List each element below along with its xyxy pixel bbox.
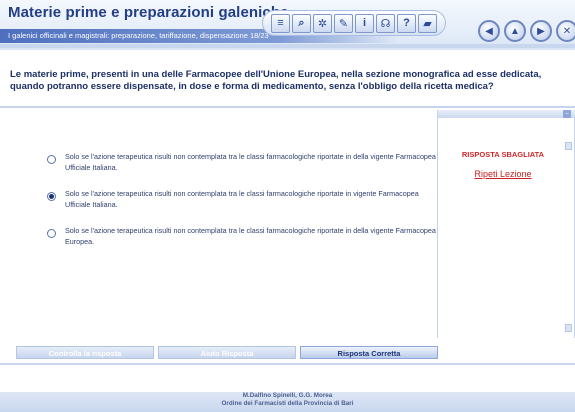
navigation: ◀ ▲ ▶ ✕ [478,20,575,42]
forward-button[interactable]: ▶ [530,20,552,42]
answer-radio-2[interactable] [47,192,56,201]
info-icon[interactable]: i [355,13,374,33]
header-divider [0,44,575,48]
answer-text-1: Solo se l'azione terapeutica risulti non… [65,152,436,172]
page-title: Materie prime e preparazioni galeniche [8,4,289,21]
feedback-panel-header [438,110,575,118]
scroll-up-arrow-icon[interactable] [565,142,572,150]
back-button[interactable]: ◀ [478,20,500,42]
headset-icon[interactable]: ☊ [376,13,395,33]
feedback-scrollbar[interactable] [565,142,572,332]
scroll-down-arrow-icon[interactable] [565,324,572,332]
answer-option-2[interactable]: Solo se l'azione terapeutica risulti non… [47,189,439,210]
answer-radio-1[interactable] [47,155,56,164]
network-icon[interactable]: ✲ [313,13,332,33]
answer-option-3[interactable]: Solo se l'azione terapeutica risulti non… [47,226,439,247]
header: Materie prime e preparazioni galeniche I… [0,0,575,50]
footer-authors: M.Dalfino Spinelli, G.G. Morea [242,392,333,399]
question-text: Le materie prime, presenti in una delle … [10,69,542,92]
panel-close-icon[interactable]: – [563,110,571,118]
action-buttons: Controlla la risposta Aiuto Risposta Ris… [16,346,438,359]
correct-answer-button[interactable]: Risposta Corretta [300,346,438,359]
answer-text-3: Solo se l'azione terapeutica risulti non… [65,226,436,246]
footer-organization: Ordine dei Farmacisti della Provincia di… [221,400,354,407]
help-answer-button[interactable]: Aiuto Risposta [158,346,296,359]
footer: M.Dalfino Spinelli, G.G. Morea Ordine de… [0,392,575,412]
retry-lesson-link[interactable]: Ripeti Lezione [438,169,568,179]
check-answer-button[interactable]: Controlla la risposta [16,346,154,359]
close-button[interactable]: ✕ [556,20,575,42]
search-icon[interactable]: ⌕ [292,13,311,33]
answer-radio-3[interactable] [47,229,56,238]
home-button[interactable]: ▲ [504,20,526,42]
toolbar: ≡ ⌕ ✲ ✎ i ☊ ? ▰ [262,10,446,36]
verdict-text: RISPOSTA SBAGLIATA [461,150,545,159]
help-icon[interactable]: ? [397,13,416,33]
bottom-divider [0,363,575,365]
eraser-icon[interactable]: ▰ [418,13,437,33]
feedback-panel: – RISPOSTA SBAGLIATA Ripeti Lezione [437,110,575,338]
list-icon[interactable]: ≡ [271,13,290,33]
answer-text-2: Solo se l'azione terapeutica risulti non… [65,189,419,209]
question-divider [0,106,575,108]
edit-icon[interactable]: ✎ [334,13,353,33]
answer-option-1[interactable]: Solo se l'azione terapeutica risulti non… [47,152,439,173]
